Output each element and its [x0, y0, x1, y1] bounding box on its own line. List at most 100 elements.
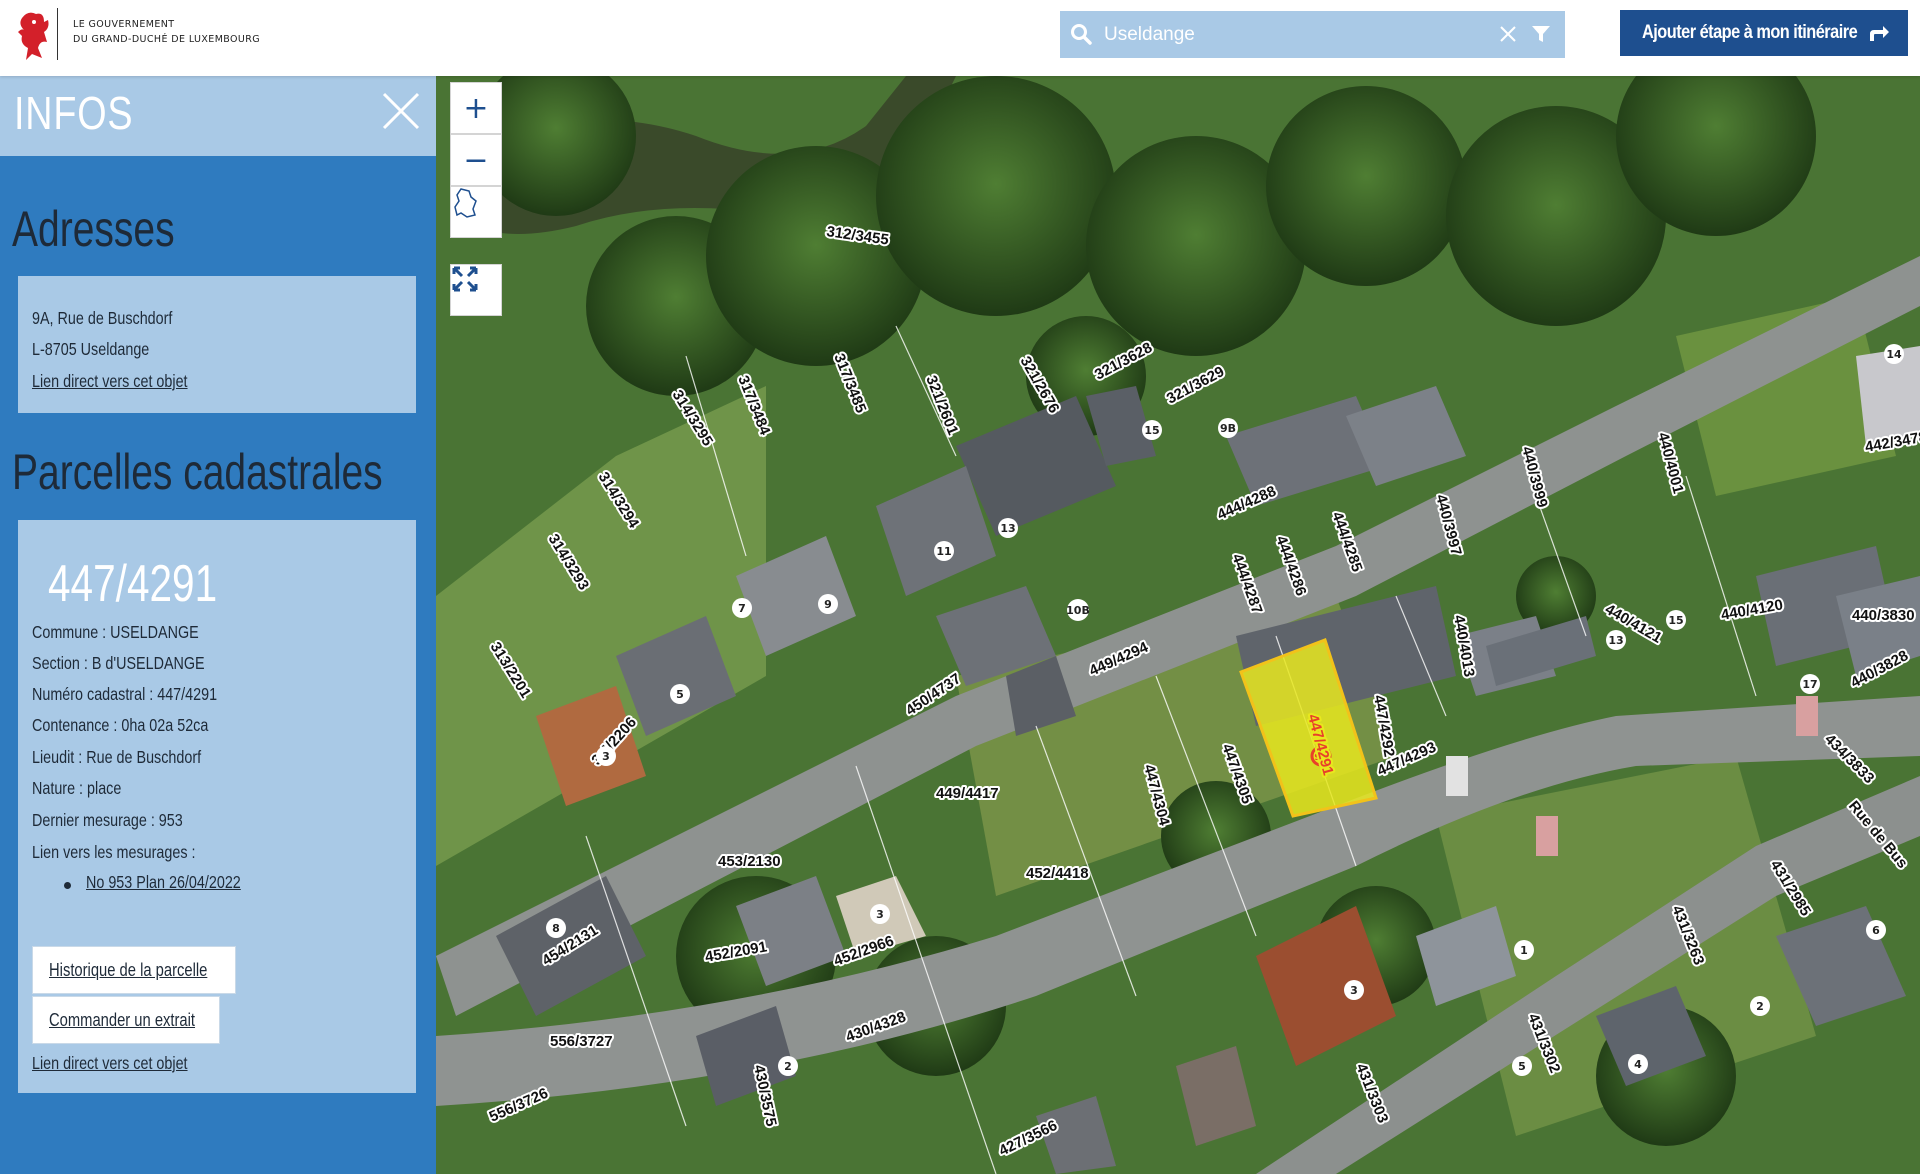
addresses-heading: Adresses — [12, 201, 175, 257]
parcel-section: Section : B d'USELDANGE — [32, 653, 205, 673]
parcel-label: 556/3727 — [550, 1033, 613, 1050]
house-number-marker: 9B — [1218, 418, 1238, 438]
add-to-itinerary-button[interactable]: Ajouter étape à mon itinéraire — [1620, 10, 1908, 56]
svg-text:3: 3 — [876, 908, 884, 921]
info-sidebar: INFOS Adresses 9A, Rue de Buschdorf L-87… — [0, 76, 436, 1174]
zoom-in-button[interactable]: + — [450, 82, 502, 134]
house-number-marker: 13 — [1606, 630, 1626, 650]
svg-text:15: 15 — [1668, 614, 1683, 627]
house-number-marker: 3 — [870, 904, 890, 924]
parcel-history-label: Historique de la parcelle — [49, 960, 208, 980]
government-name: LE GOUVERNEMENT DU GRAND-DUCHÉ DE LUXEMB… — [73, 17, 260, 47]
house-number-marker: 6 — [1866, 920, 1886, 940]
zoom-out-icon: − — [463, 142, 489, 178]
svg-text:4: 4 — [1634, 1058, 1642, 1071]
address-card: 9A, Rue de Buschdorf L-8705 Useldange Li… — [18, 276, 416, 413]
luxembourg-outline-icon — [454, 188, 477, 218]
top-header: LE GOUVERNEMENT DU GRAND-DUCHÉ DE LUXEMB… — [0, 0, 1920, 76]
order-extract-button[interactable]: Commander un extrait — [32, 996, 220, 1044]
crosswalk — [1796, 696, 1818, 736]
parcel-label: 452/4418 — [1026, 865, 1089, 882]
parcel-history-button[interactable]: Historique de la parcelle — [32, 946, 236, 994]
search-icon[interactable] — [1070, 23, 1092, 45]
svg-text:3: 3 — [1350, 984, 1358, 997]
house-number-marker: 5 — [1512, 1056, 1532, 1076]
house-number-marker: 15 — [1142, 420, 1162, 440]
clear-search-icon[interactable] — [1499, 25, 1517, 43]
fullscreen-icon — [452, 266, 478, 292]
house-number-marker: 9 — [818, 594, 838, 614]
crosswalk — [1536, 816, 1558, 856]
parcel-direct-link-wrap: Lien direct vers cet objet — [32, 1053, 188, 1074]
parcel-numero: Numéro cadastral : 447/4291 — [32, 684, 218, 704]
address-direct-link[interactable]: Lien direct vers cet objet — [32, 371, 188, 391]
parcel-direct-link[interactable]: Lien direct vers cet objet — [32, 1053, 188, 1073]
close-icon[interactable] — [380, 90, 422, 132]
svg-text:2: 2 — [784, 1060, 792, 1073]
parcel-card: 447/4291 Commune : USELDANGE Section : B… — [18, 520, 416, 1093]
svg-text:13: 13 — [1608, 634, 1623, 647]
svg-text:10B: 10B — [1066, 604, 1090, 617]
route-arrow-icon — [1870, 26, 1889, 41]
parcel-nature: Nature : place — [32, 778, 122, 798]
parcel-dernier-mesurage: Dernier mesurage : 953 — [32, 810, 183, 830]
zoom-out-button[interactable]: − — [450, 134, 502, 186]
logo-line-2: DU GRAND-DUCHÉ DE LUXEMBOURG — [73, 34, 261, 45]
svg-text:15: 15 — [1144, 424, 1159, 437]
parcel-label: 453/2130 — [718, 853, 781, 870]
aerial-map[interactable]: 9A 447/4291 312/3455 317/3484 317/3485 3… — [436, 76, 1920, 1174]
logo-line-1: LE GOUVERNEMENT — [73, 19, 175, 30]
house-number-marker: 7 — [732, 598, 752, 618]
house-number-marker: 13 — [998, 518, 1018, 538]
mesurage-link-wrap: No 953 Plan 26/04/2022 — [86, 872, 241, 893]
svg-text:7: 7 — [738, 602, 746, 615]
svg-text:2: 2 — [1756, 1000, 1764, 1013]
order-extract-label: Commander un extrait — [49, 1010, 196, 1030]
parcel-contenance: Contenance : 0ha 02a 52ca — [32, 715, 209, 735]
svg-text:1: 1 — [1520, 944, 1528, 957]
mesurage-link[interactable]: No 953 Plan 26/04/2022 — [86, 872, 241, 892]
svg-text:9: 9 — [824, 598, 832, 611]
house-number-marker: 8 — [546, 918, 566, 938]
search-input[interactable] — [1102, 17, 1506, 53]
svg-text:13: 13 — [1000, 522, 1015, 535]
zoom-to-country-button[interactable] — [450, 186, 502, 238]
svg-text:8: 8 — [552, 922, 560, 935]
address-direct-link-wrap: Lien direct vers cet objet — [32, 371, 188, 392]
parcel-label: 440/3830 — [1852, 607, 1915, 624]
zoom-in-icon: + — [463, 90, 489, 126]
filter-icon[interactable] — [1531, 24, 1551, 44]
crosswalk — [1446, 756, 1468, 796]
map-canvas[interactable]: 9A 447/4291 312/3455 317/3484 317/3485 3… — [436, 76, 1920, 1174]
svg-text:3: 3 — [602, 750, 610, 763]
house-number-marker: 1 — [1514, 940, 1534, 960]
parcels-heading: Parcelles cadastrales — [12, 444, 383, 500]
parcel-lieudit: Lieudit : Rue de Buschdorf — [32, 747, 202, 767]
list-bullet — [64, 882, 71, 889]
house-number-marker: 14 — [1884, 344, 1904, 364]
add-to-itinerary-label: Ajouter étape à mon itinéraire — [1642, 22, 1858, 43]
parcel-commune: Commune : USELDANGE — [32, 622, 199, 642]
search-bar — [1060, 11, 1565, 58]
luxembourg-lion-logo-icon[interactable] — [14, 8, 54, 62]
house-number-marker: 2 — [778, 1056, 798, 1076]
fullscreen-button[interactable] — [450, 264, 502, 316]
svg-text:6: 6 — [1872, 924, 1880, 937]
house-number-marker: 3 — [596, 746, 616, 766]
infos-header: INFOS — [0, 76, 436, 156]
svg-text:17: 17 — [1802, 678, 1817, 691]
house-number-marker: 4 — [1628, 1054, 1648, 1074]
house-number-marker: 2 — [1750, 996, 1770, 1016]
parcel-label: 449/4417 — [936, 785, 999, 802]
house-number-marker: 3 — [1344, 980, 1364, 1000]
svg-text:11: 11 — [936, 545, 951, 558]
svg-text:9B: 9B — [1220, 422, 1236, 435]
house-number-marker: 17 — [1800, 674, 1820, 694]
svg-text:14: 14 — [1886, 348, 1902, 361]
svg-text:5: 5 — [676, 688, 684, 701]
address-city: L-8705 Useldange — [32, 339, 150, 359]
house-number-marker: 15 — [1666, 610, 1686, 630]
parcel-mesurages-label: Lien vers les mesurages : — [32, 842, 196, 862]
logo-separator — [57, 8, 58, 60]
infos-title: INFOS — [14, 87, 134, 139]
